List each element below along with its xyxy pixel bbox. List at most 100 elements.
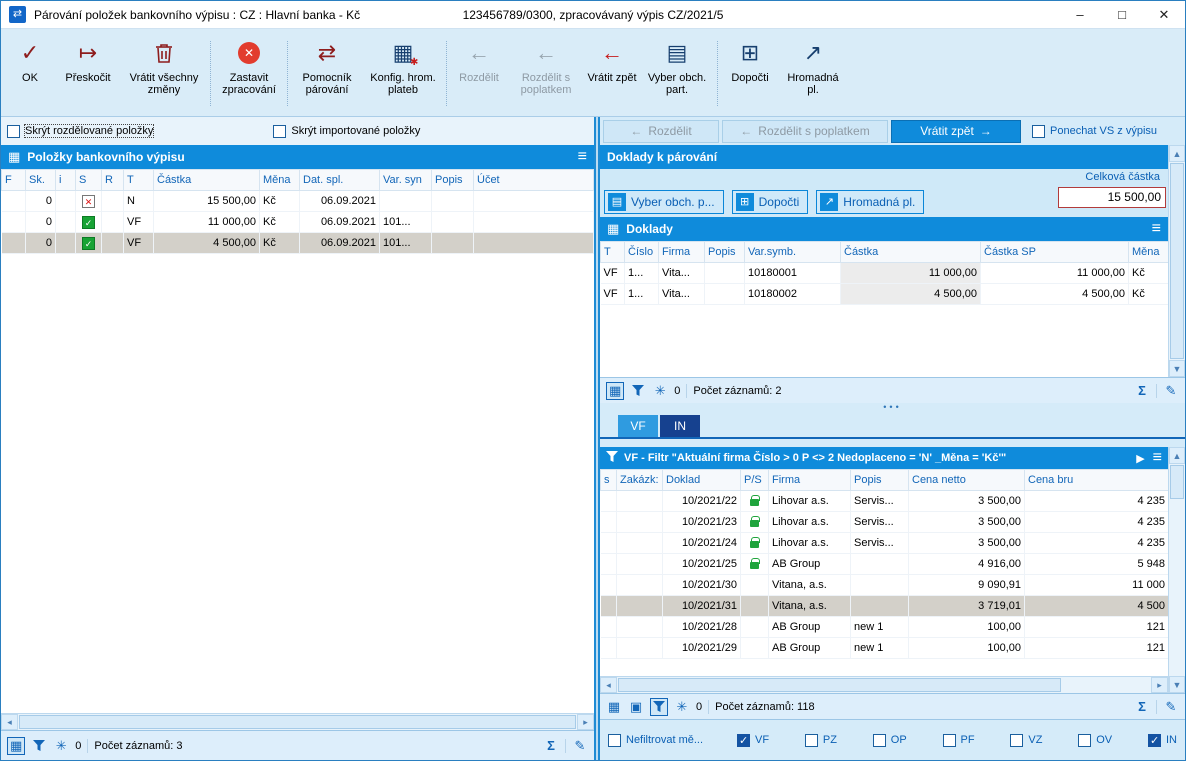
column-header[interactable]: T	[124, 170, 154, 191]
table-row[interactable]: VF 1... Vita... 10180001 11 000,00 11 00…	[601, 263, 1169, 284]
column-header[interactable]: Zakázk:	[617, 470, 663, 491]
grid-view-icon[interactable]: ▦	[606, 382, 624, 400]
table-row[interactable]: 10/2021/22 Lihovar a.s.Servis... 3 500,0…	[601, 491, 1169, 512]
bulk-payment-button[interactable]: ↗ Hromadná pl.	[779, 33, 847, 114]
column-header[interactable]: Firma	[769, 470, 851, 491]
grid-view-icon[interactable]: ▦	[606, 698, 622, 716]
hide-split-items-checkbox[interactable]: Skrýt rozdělované položky	[7, 125, 153, 138]
column-header[interactable]: S	[76, 170, 102, 191]
column-header[interactable]: Účet	[474, 170, 594, 191]
undo-pairing-button[interactable]: ← Vrátit zpět	[584, 33, 640, 114]
column-header[interactable]: Popis	[432, 170, 474, 191]
filter-icon[interactable]	[630, 382, 646, 400]
total-amount-field[interactable]: 15 500,00	[1058, 187, 1166, 208]
select-partner-button[interactable]: ▤ Vyber obch. part.	[640, 33, 714, 114]
column-header[interactable]: Var.symb.	[745, 242, 841, 263]
close-button[interactable]: ✕	[1143, 1, 1185, 28]
column-header[interactable]: Částka SP	[981, 242, 1129, 263]
config-bulk-payments-button[interactable]: ▦✱ Konfig. hrom. plateb	[363, 33, 443, 114]
minimize-button[interactable]: –	[1059, 1, 1101, 28]
table-row[interactable]: 0 ✓ VF 11 000,00 Kč 06.09.2021 101...	[2, 212, 594, 233]
table-row[interactable]: 10/2021/24 Lihovar a.s.Servis... 3 500,0…	[601, 533, 1169, 554]
table-row[interactable]: 10/2021/25 AB Group 4 916,005 948	[601, 554, 1169, 575]
freeze-icon[interactable]: ✳	[53, 737, 69, 755]
column-header[interactable]: i	[56, 170, 76, 191]
table-row-selected[interactable]: 10/2021/31 Vitana, a.s. 3 719,014 500	[601, 596, 1169, 617]
scroll-left-icon[interactable]: ◂	[600, 677, 617, 693]
column-header[interactable]: Firma	[659, 242, 705, 263]
tab-vf[interactable]: VF	[618, 415, 658, 437]
play-icon[interactable]: ▶	[1136, 452, 1144, 465]
filter-icon[interactable]	[31, 737, 47, 755]
column-header[interactable]: Doklad	[663, 470, 741, 491]
section-splitter[interactable]: •••	[600, 403, 1185, 413]
type-op-checkbox[interactable]: OP	[873, 734, 907, 747]
edit-icon[interactable]: ✎	[572, 737, 588, 755]
type-vz-checkbox[interactable]: VZ	[1010, 734, 1042, 747]
scroll-right-icon[interactable]: ▸	[1151, 677, 1168, 693]
column-header[interactable]: P/S	[741, 470, 769, 491]
table-row-selected[interactable]: 0 ✓ VF 4 500,00 Kč 06.09.2021 101...	[2, 233, 594, 254]
scroll-down-icon[interactable]: ▼	[1169, 676, 1185, 693]
scroll-up-icon[interactable]: ▲	[1169, 145, 1185, 162]
column-header[interactable]: R	[102, 170, 124, 191]
undo-all-button[interactable]: Vrátit všechny změny	[121, 33, 207, 114]
type-pf-checkbox[interactable]: PF	[943, 734, 975, 747]
scroll-left-icon[interactable]: ◂	[1, 714, 18, 730]
freeze-icon[interactable]: ✳	[652, 382, 668, 400]
column-header[interactable]: Částka	[154, 170, 260, 191]
undo-action-button[interactable]: Vrátit zpět →	[891, 120, 1021, 143]
ok-button[interactable]: ✓ OK	[5, 33, 55, 114]
type-in-checkbox[interactable]: IN	[1148, 734, 1177, 747]
keep-vs-checkbox[interactable]: Ponechat VS z výpisu	[1032, 125, 1157, 138]
pair-helper-button[interactable]: ⇄ Pomocník párování	[291, 33, 363, 114]
select-partner-small-button[interactable]: ▤ Vyber obch. p...	[604, 190, 724, 214]
table-row[interactable]: 10/2021/30 Vitana, a.s. 9 090,9111 000	[601, 575, 1169, 596]
pages-icon[interactable]: ▣	[628, 698, 644, 716]
column-header[interactable]: s	[601, 470, 617, 491]
type-vf-checkbox[interactable]: VF	[737, 734, 769, 747]
column-header[interactable]: Var. syn	[380, 170, 432, 191]
column-header[interactable]: Dat. spl.	[300, 170, 380, 191]
table-row[interactable]: VF 1... Vita... 10180002 4 500,00 4 500,…	[601, 284, 1169, 305]
scroll-right-icon[interactable]: ▸	[577, 714, 594, 730]
scrollbar-thumb[interactable]	[618, 678, 1061, 692]
skip-button[interactable]: ↦ Přeskočit	[55, 33, 121, 114]
bulk-small-button[interactable]: ↗ Hromadná pl.	[816, 190, 924, 214]
horizontal-scrollbar[interactable]: ◂ ▸	[1, 713, 594, 730]
scroll-down-icon[interactable]: ▼	[1169, 360, 1185, 377]
column-header[interactable]: Částka	[841, 242, 981, 263]
sum-icon[interactable]: Σ	[1134, 382, 1150, 400]
menu-icon[interactable]: ≡	[1153, 449, 1162, 467]
documents-vertical-scrollbar[interactable]: ▲ ▼	[1168, 145, 1185, 377]
column-header[interactable]: Číslo	[625, 242, 659, 263]
grid-view-icon[interactable]: ▦	[7, 737, 25, 755]
table-row[interactable]: 0 ✕ N 15 500,00 Kč 06.09.2021	[2, 191, 594, 212]
sum-icon[interactable]: Σ	[543, 737, 559, 755]
calculate-small-button[interactable]: ⊞ Dopočti	[732, 190, 809, 214]
scroll-up-icon[interactable]: ▲	[1169, 447, 1185, 464]
table-row[interactable]: 10/2021/29 AB Groupnew 1 100,00121	[601, 638, 1169, 659]
column-header[interactable]: Měna	[1129, 242, 1169, 263]
scrollbar-thumb[interactable]	[1170, 163, 1184, 359]
type-pz-checkbox[interactable]: PZ	[805, 734, 837, 747]
edit-icon[interactable]: ✎	[1163, 698, 1179, 716]
edit-icon[interactable]: ✎	[1163, 382, 1179, 400]
horizontal-scrollbar[interactable]: ◂ ▸	[600, 676, 1168, 693]
maximize-button[interactable]: □	[1101, 1, 1143, 28]
stop-button[interactable]: ✕ Zastavit zpracování	[214, 33, 284, 114]
column-header[interactable]: Měna	[260, 170, 300, 191]
filter-icon[interactable]	[650, 698, 668, 716]
table-row[interactable]: 10/2021/23 Lihovar a.s.Servis... 3 500,0…	[601, 512, 1169, 533]
calculate-button[interactable]: ⊞ Dopočti	[721, 33, 779, 114]
column-header[interactable]: Cena netto	[909, 470, 1025, 491]
type-ov-checkbox[interactable]: OV	[1078, 734, 1112, 747]
sum-icon[interactable]: Σ	[1134, 698, 1150, 716]
scrollbar-thumb[interactable]	[19, 715, 576, 729]
column-header[interactable]: T	[601, 242, 625, 263]
column-header[interactable]: Sk.	[26, 170, 56, 191]
column-header[interactable]: F	[2, 170, 26, 191]
freeze-icon[interactable]: ✳	[674, 698, 690, 716]
hide-imported-items-checkbox[interactable]: Skrýt importované položky	[273, 125, 420, 138]
menu-icon[interactable]: ≡	[1152, 220, 1161, 238]
